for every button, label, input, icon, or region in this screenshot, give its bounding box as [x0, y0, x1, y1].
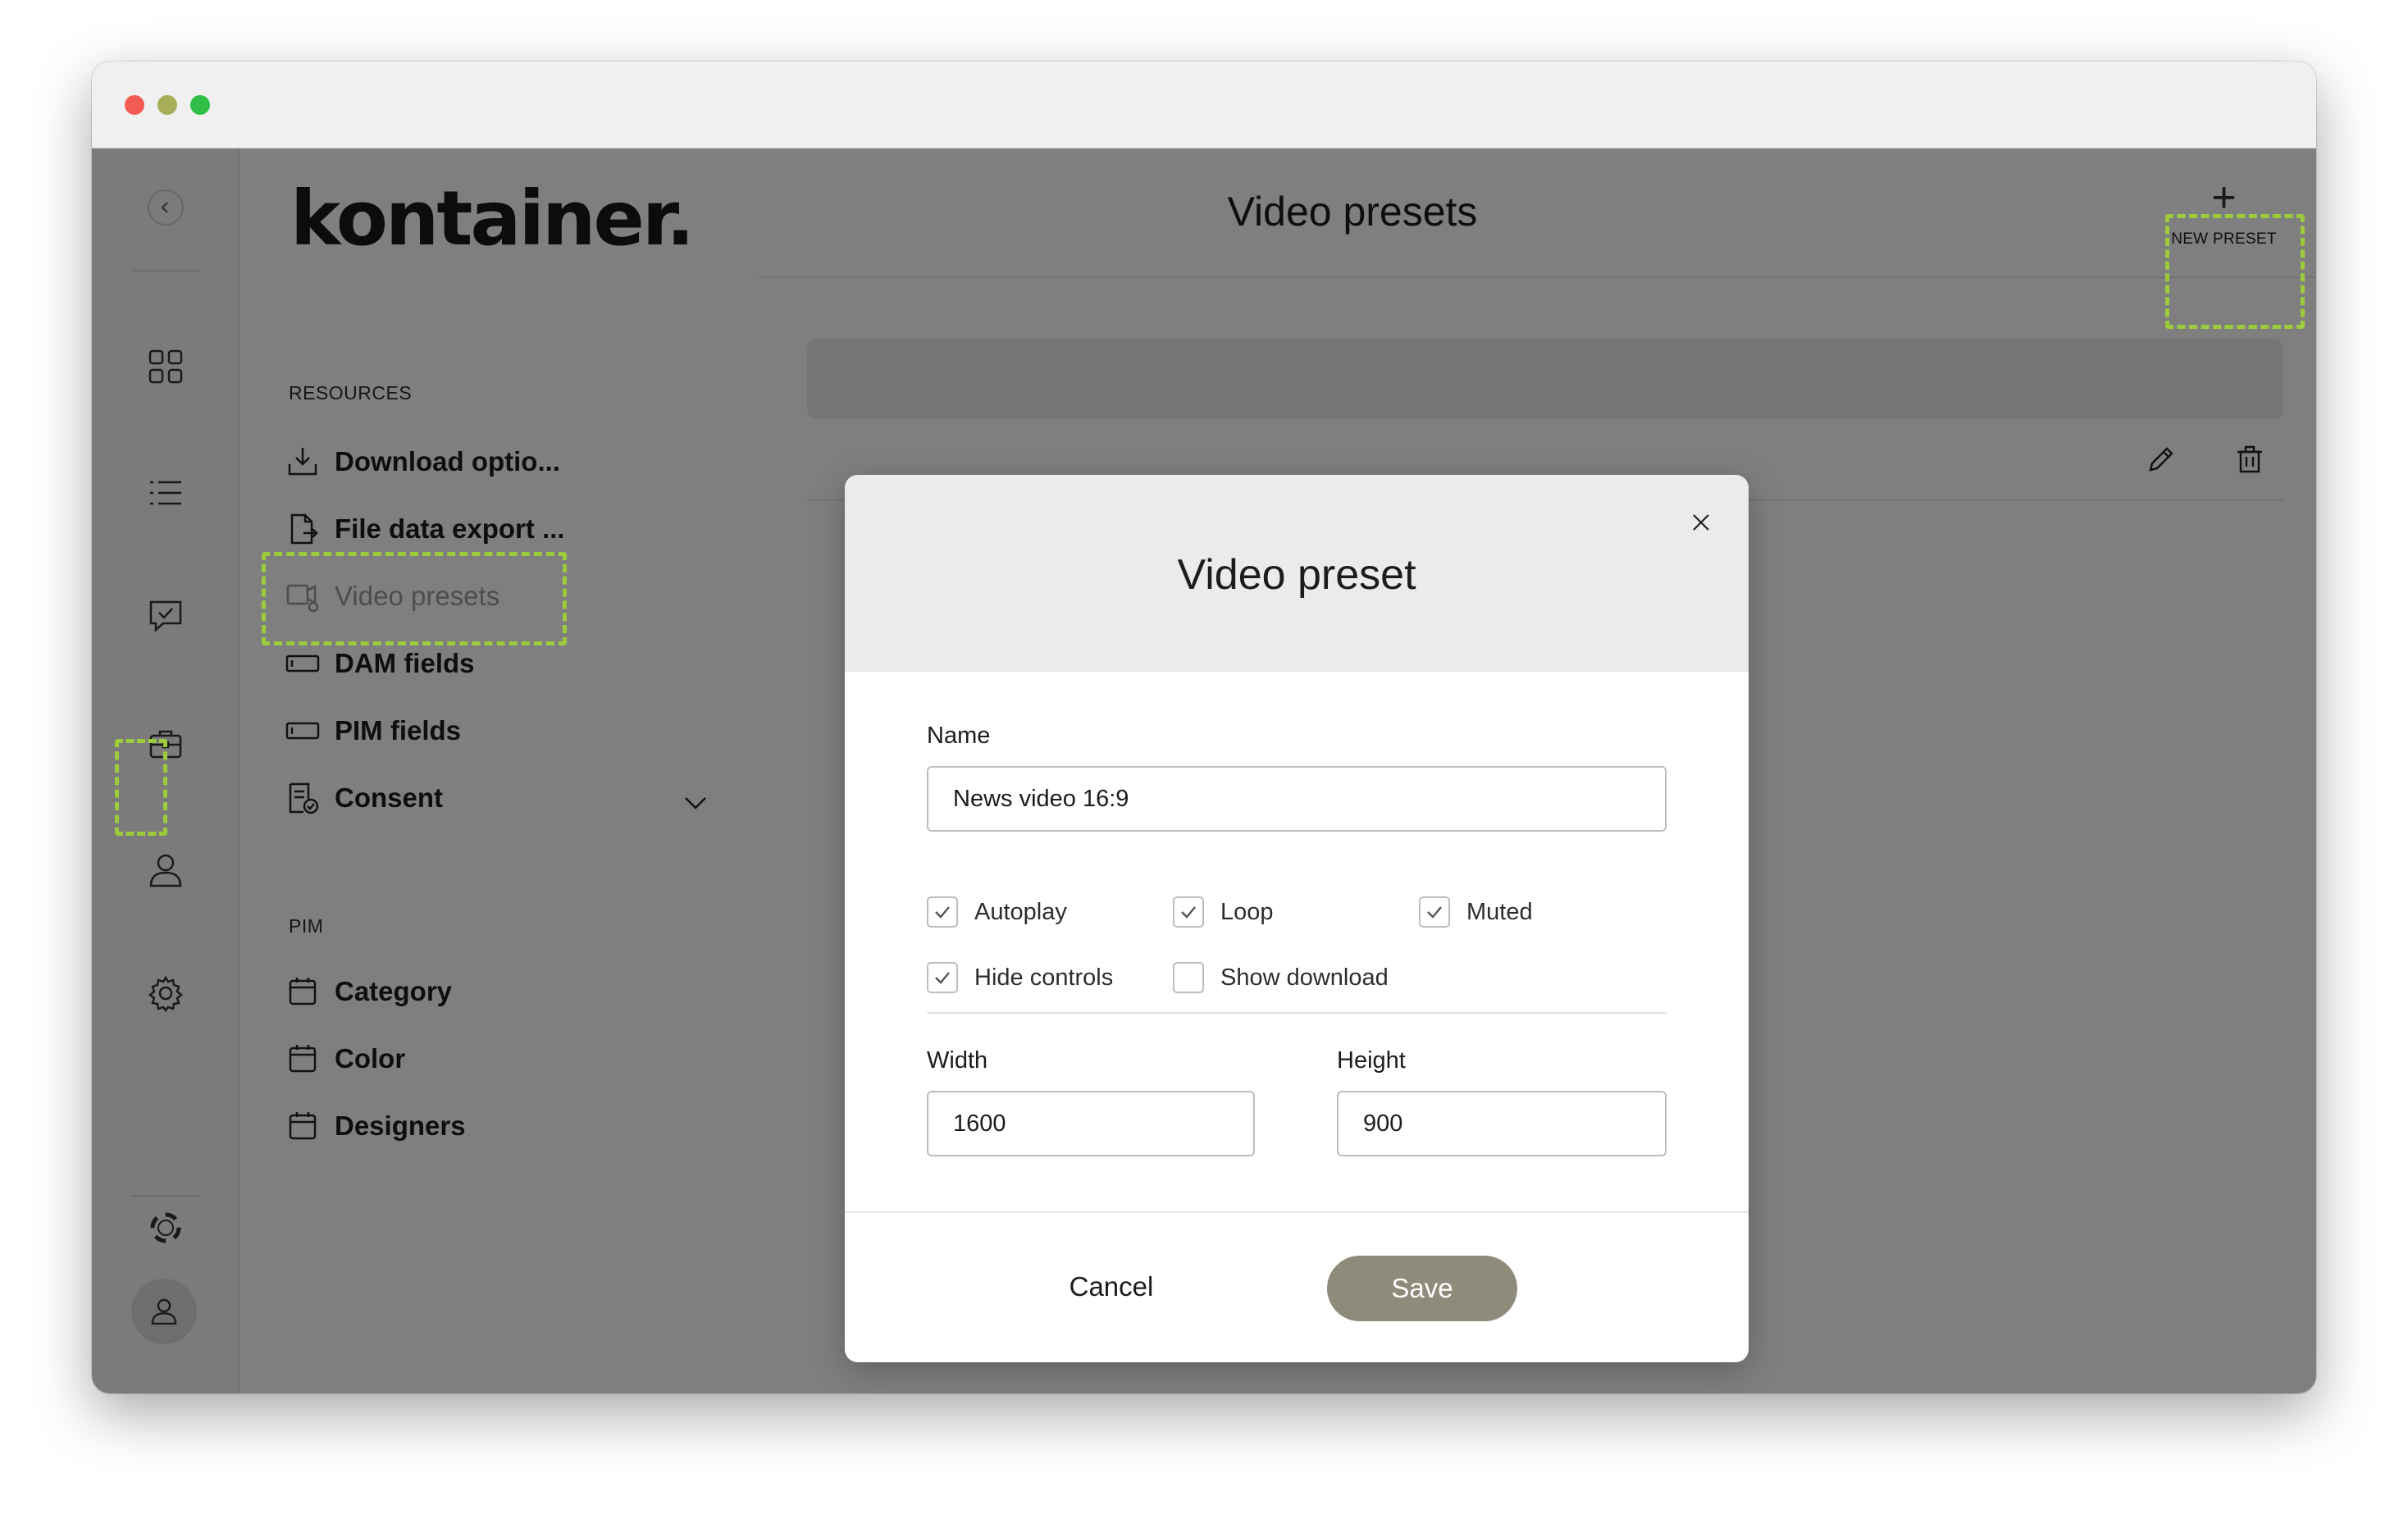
checkbox-label: Loop	[1220, 898, 1274, 925]
checkmark-icon	[1427, 906, 1442, 919]
checkmark-icon	[1181, 906, 1196, 919]
checkbox-muted[interactable]: Muted	[1419, 896, 1533, 928]
width-input[interactable]	[927, 1091, 1255, 1156]
checkbox-box[interactable]	[1173, 962, 1204, 993]
height-label: Height	[1337, 1047, 1406, 1074]
video-preset-dialog: Video preset Name Autoplay Loop Muted	[845, 475, 1749, 1362]
checkbox-label: Show download	[1220, 964, 1389, 991]
name-input[interactable]	[927, 766, 1667, 832]
checkmark-icon	[935, 906, 950, 919]
checkbox-show-download[interactable]: Show download	[1173, 961, 1389, 994]
checkbox-loop[interactable]: Loop	[1173, 896, 1274, 928]
highlight-rail-tools	[115, 739, 167, 836]
footer-divider	[845, 1211, 1749, 1213]
checkmark-icon	[935, 972, 950, 984]
height-input[interactable]	[1337, 1091, 1667, 1156]
name-label: Name	[927, 723, 991, 749]
cancel-button[interactable]: Cancel	[1042, 1262, 1181, 1311]
highlight-new-preset	[2165, 214, 2305, 329]
save-button[interactable]: Save	[1327, 1256, 1517, 1321]
window-titlebar	[92, 62, 2316, 148]
checkbox-box[interactable]	[927, 896, 958, 928]
highlight-video-presets	[262, 552, 567, 645]
dialog-close-button[interactable]	[1685, 506, 1717, 539]
checkbox-label: Autoplay	[974, 898, 1067, 925]
app-body: kontainer. RESOURCES Download optio... F…	[92, 148, 2316, 1393]
checkbox-hide-controls[interactable]: Hide controls	[927, 961, 1113, 994]
options-divider	[927, 1012, 1667, 1014]
dialog-title: Video preset	[1177, 551, 1416, 599]
close-window-button[interactable]	[125, 95, 144, 115]
width-label: Width	[927, 1047, 988, 1074]
close-icon	[1693, 514, 1709, 531]
checkbox-autoplay[interactable]: Autoplay	[927, 896, 1067, 928]
checkbox-label: Hide controls	[974, 964, 1114, 991]
checkbox-box[interactable]	[1173, 896, 1204, 928]
dialog-header: Video preset	[845, 475, 1749, 672]
checkbox-box[interactable]	[1419, 896, 1450, 928]
app-window: kontainer. RESOURCES Download optio... F…	[92, 62, 2316, 1393]
checkbox-label: Muted	[1466, 898, 1533, 925]
maximize-window-button[interactable]	[190, 95, 210, 115]
minimize-window-button[interactable]	[157, 95, 177, 115]
checkbox-box[interactable]	[927, 962, 958, 993]
